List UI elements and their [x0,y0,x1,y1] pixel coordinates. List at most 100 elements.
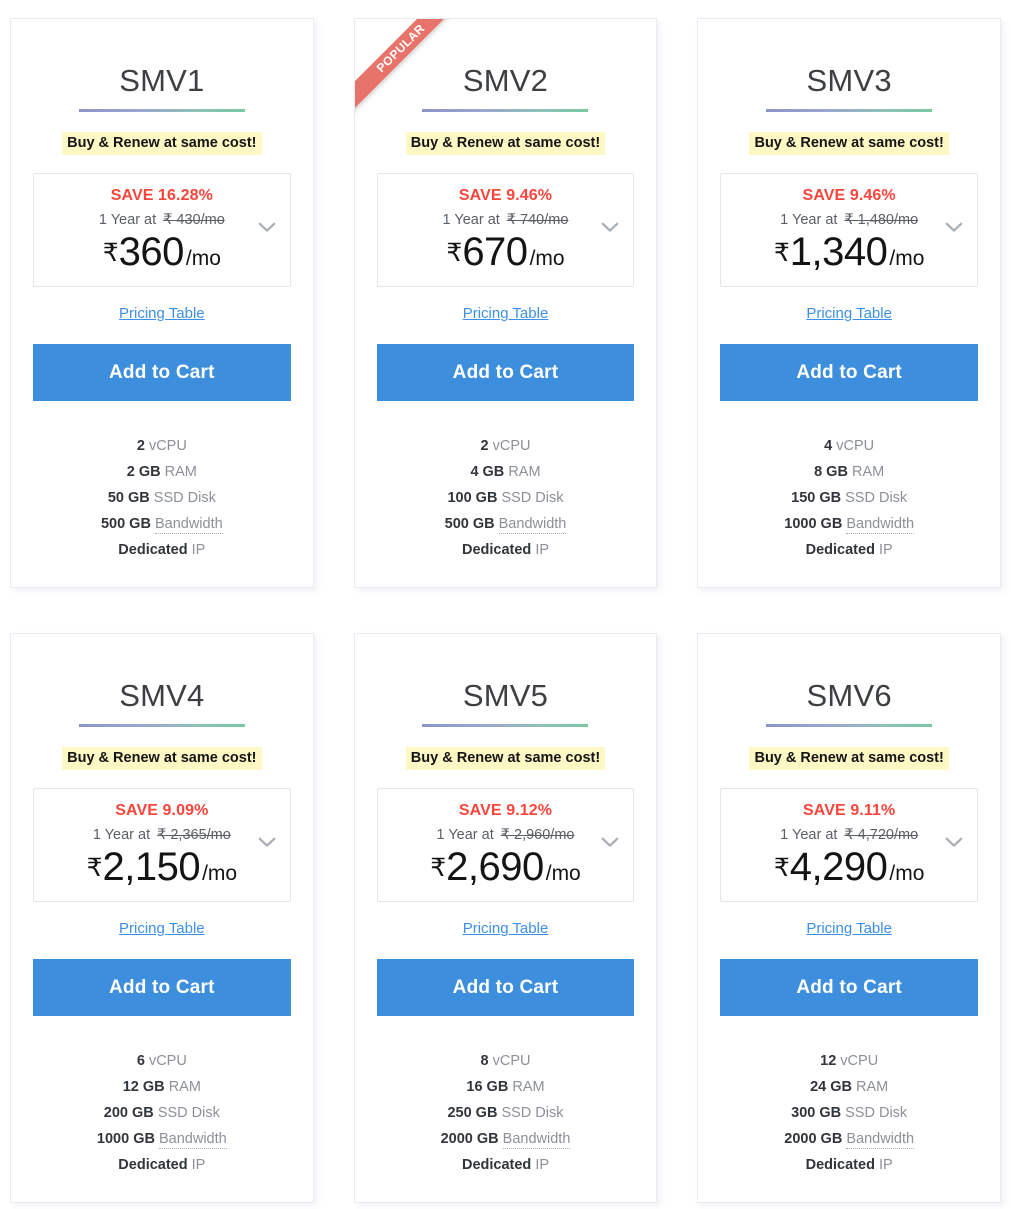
spec-row: 4 vCPU [720,433,978,459]
spec-list: 6 vCPU 12 GB RAM 200 GB SSD Disk 1000 GB Ba… [33,1048,291,1178]
spec-label: RAM [856,1079,889,1096]
spec-label[interactable]: Bandwidth [846,516,915,535]
term-line: 1 Year at ₹ 2,365/mo [44,827,280,843]
add-to-cart-button[interactable]: Add to Cart [720,959,978,1017]
add-to-cart-button[interactable]: Add to Cart [376,959,635,1017]
price-box[interactable]: SAVE 9.46% 1 Year at ₹ 740/mo ₹670/mo [376,173,635,288]
spec-value: 200 GB [103,1105,154,1122]
renew-badge: Buy & Renew at same cost! [405,132,606,156]
spec-value: 12 GB [122,1079,165,1096]
spec-label: vCPU [836,438,875,455]
price-box[interactable]: SAVE 9.09% 1 Year at ₹ 2,365/mo ₹2,150/mo [33,788,291,903]
spec-value: 24 GB [810,1079,852,1096]
spec-value: 2000 GB [784,1131,843,1148]
spec-value: Dedicated [461,542,532,559]
spec-row: 500 GB Bandwidth [377,511,635,537]
pricing-table-link[interactable]: Pricing Table [119,920,205,937]
current-price: ₹1,340/mo [731,232,967,272]
add-to-cart-button[interactable]: Add to Cart [33,959,291,1017]
price-box[interactable]: SAVE 16.28% 1 Year at ₹ 430/mo ₹360/mo [33,173,291,288]
spec-label: IP [535,542,550,559]
spec-label: SSD Disk [153,490,216,507]
spec-label[interactable]: Bandwidth [502,1131,571,1150]
pricing-table-link[interactable]: Pricing Table [463,920,549,937]
add-to-cart-button[interactable]: Add to Cart [720,344,978,402]
spec-value: Dedicated [805,542,875,559]
spec-value: Dedicated [805,1157,875,1174]
spec-label: SSD Disk [845,490,908,507]
spec-label[interactable]: Bandwidth [154,516,223,535]
spec-row: 250 GB SSD Disk [377,1100,635,1126]
rupee-symbol-icon: ₹ [102,239,119,268]
chevron-down-icon[interactable] [601,835,619,848]
save-percentage: SAVE 9.09% [115,802,209,820]
pricing-table-link[interactable]: Pricing Table [806,920,892,937]
title-underline-rule [78,109,245,112]
spec-list: 12 vCPU 24 GB RAM 300 GB SSD Disk 2000 GB B… [720,1048,978,1178]
spec-label: RAM [164,464,197,481]
spec-row: 16 GB RAM [377,1074,635,1100]
spec-value: 250 GB [447,1105,498,1122]
pricing-card: SMV5 Buy & Renew at same cost! SAVE 9.12% 1… [353,633,658,1203]
price-amount: 360 [118,230,185,275]
spec-label: vCPU [840,1053,879,1070]
price-box[interactable]: SAVE 9.12% 1 Year at ₹ 2,960/mo ₹2,690/mo [376,788,635,903]
term-prefix: 1 Year at [780,827,838,844]
spec-row: 1000 GB Bandwidth [720,511,978,537]
chevron-down-icon[interactable] [601,220,619,233]
pricing-table-link[interactable]: Pricing Table [119,305,205,322]
title-underline-rule [422,109,589,112]
spec-value: 50 GB [107,490,150,507]
current-price: ₹4,290/mo [731,847,967,887]
spec-value: 2 [480,438,489,455]
spec-value: 2 GB [126,464,161,481]
price-amount: 2,150 [102,845,201,890]
current-price: ₹2,690/mo [388,847,624,887]
add-to-cart-button[interactable]: Add to Cart [376,344,635,402]
renew-badge: Buy & Renew at same cost! [405,747,606,771]
term-prefix: 1 Year at [780,212,838,229]
spec-label[interactable]: Bandwidth [498,516,567,535]
spec-label: IP [878,542,893,559]
price-box[interactable]: SAVE 9.46% 1 Year at ₹ 1,480/mo ₹1,340/mo [720,173,978,288]
spec-label: RAM [508,464,541,481]
spec-label[interactable]: Bandwidth [846,1131,915,1150]
spec-label: vCPU [492,1053,531,1070]
spec-row: 200 GB SSD Disk [33,1100,291,1126]
spec-value: Dedicated [461,1157,532,1174]
popular-ribbon: POPULAR [354,19,467,131]
renew-badge: Buy & Renew at same cost! [62,132,262,156]
pricing-table-link[interactable]: Pricing Table [463,305,549,322]
term-line: 1 Year at ₹ 2,960/mo [388,827,624,843]
current-price: ₹2,150/mo [44,847,280,887]
spec-row: 12 vCPU [720,1048,978,1074]
term-line: 1 Year at ₹ 4,720/mo [731,827,967,843]
price-box[interactable]: SAVE 9.11% 1 Year at ₹ 4,720/mo ₹4,290/mo [720,788,978,903]
spec-label: SSD Disk [845,1105,908,1122]
pricing-table-link[interactable]: Pricing Table [806,305,892,322]
term-prefix: 1 Year at [436,827,494,844]
spec-value: 12 [820,1053,837,1070]
chevron-down-icon[interactable] [258,220,276,233]
spec-value: 300 GB [791,1105,842,1122]
chevron-down-icon[interactable] [945,220,963,233]
price-period: /mo [889,247,925,271]
price-period: /mo [545,862,581,886]
spec-value: 4 [824,438,833,455]
chevron-down-icon[interactable] [258,835,276,848]
spec-value: 100 GB [447,490,498,507]
add-to-cart-button[interactable]: Add to Cart [33,344,291,402]
price-period: /mo [202,862,238,886]
pricing-plans-grid: SMV1 Buy & Renew at same cost! SAVE 16.28%… [0,0,1011,1209]
price-amount: 670 [462,230,528,275]
pricing-card: SMV1 Buy & Renew at same cost! SAVE 16.28%… [10,18,314,588]
spec-value: 16 GB [466,1079,509,1096]
spec-value: 1000 GB [784,516,843,533]
spec-value: 150 GB [791,490,842,507]
spec-row: 6 vCPU [33,1048,291,1074]
spec-label[interactable]: Bandwidth [159,1131,227,1150]
chevron-down-icon[interactable] [945,835,963,848]
spec-row: 50 GB SSD Disk [33,485,291,511]
spec-label: IP [878,1157,893,1174]
spec-list: 2 vCPU 2 GB RAM 50 GB SSD Disk 500 GB Bandw… [33,433,291,563]
